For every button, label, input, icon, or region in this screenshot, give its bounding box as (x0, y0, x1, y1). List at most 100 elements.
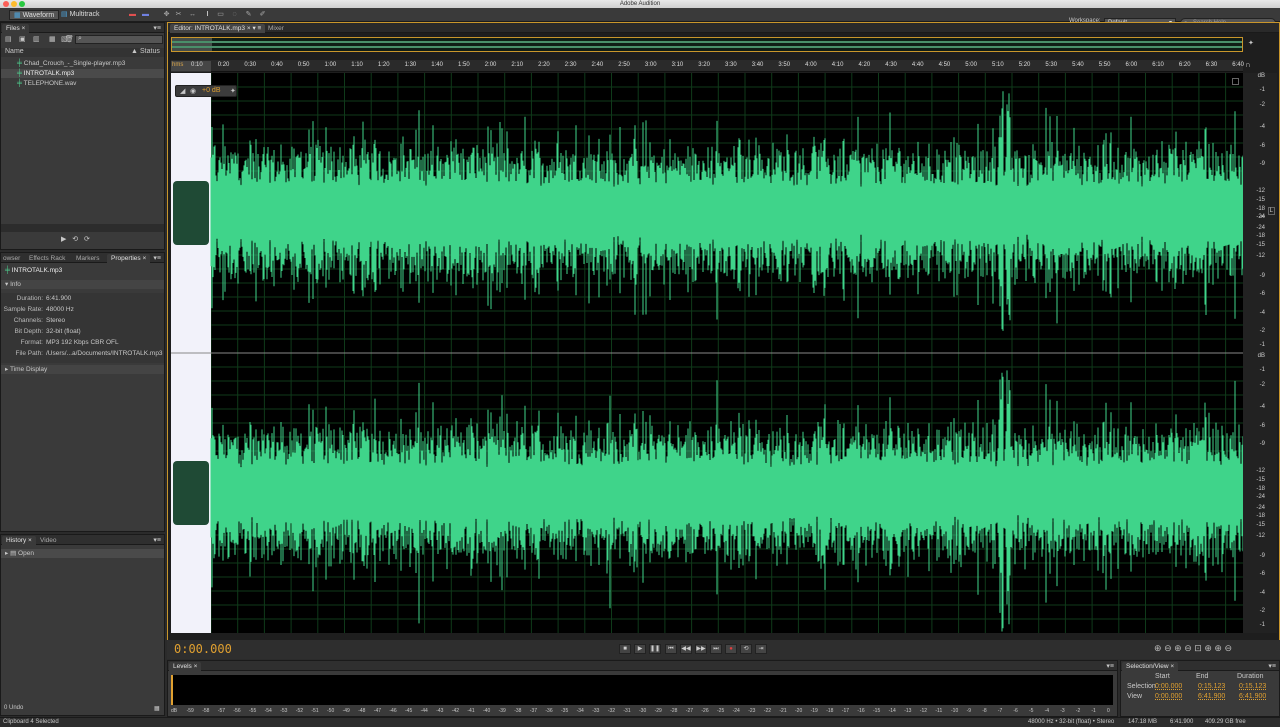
stop-icon: ■ (623, 646, 627, 652)
zoom-out-amplitude-icon[interactable]: ⊖ (1164, 643, 1172, 653)
play-button[interactable]: ▶ (634, 644, 646, 654)
pin-icon[interactable]: ✦ (230, 87, 236, 95)
time-display-section-header[interactable]: ▸ Time Display (1, 365, 164, 374)
file-item[interactable]: ╪ INTROTALK.mp3 (1, 69, 164, 78)
ruler-tick: 3:30 (725, 62, 737, 68)
files-horizontal-scrollbar[interactable] (1, 224, 164, 232)
tab-effects-rack[interactable]: Effects Rack (25, 254, 69, 263)
pause-button[interactable]: ❚❚ (649, 644, 661, 654)
overview-navigator[interactable] (171, 37, 1243, 52)
rewind-button[interactable]: ◀◀ (680, 644, 692, 654)
fast-forward-button[interactable]: ▶▶ (695, 644, 707, 654)
open-file-icon[interactable]: ▣ (19, 35, 26, 43)
db-label: -1 (1259, 342, 1265, 348)
trash-icon[interactable]: 🗑 (65, 35, 74, 43)
time-selection-tool-icon[interactable]: I (203, 11, 212, 19)
tab-levels[interactable]: Levels × (169, 662, 202, 671)
previous-button[interactable]: ⏮ (665, 644, 677, 654)
minimize-window-button[interactable] (11, 1, 17, 7)
tab-history[interactable]: History × (2, 536, 36, 545)
lasso-tool-icon[interactable]: ◌ (230, 11, 239, 19)
level-tick: -50 (327, 708, 335, 714)
delete-history-icon[interactable]: ▦ (154, 705, 160, 712)
tab-mixer[interactable]: Mixer (264, 24, 288, 33)
zoom-in-time-icon[interactable]: ⊕ (1174, 643, 1182, 653)
loop-button[interactable]: ⟲ (740, 644, 752, 654)
next-button[interactable]: ⏭ (710, 644, 722, 654)
tab-markers[interactable]: Markers (72, 254, 103, 263)
move-tool-icon[interactable]: ✥ (162, 11, 171, 19)
open-file-icon: ▸ ▤ (5, 550, 17, 557)
zoom-selection-icon[interactable]: ⊡ (1194, 643, 1202, 653)
selection-duration-field[interactable]: 0:15.123 (1239, 683, 1266, 690)
panel-menu-icon[interactable]: ≡ (258, 25, 262, 32)
tab-video[interactable]: Video (36, 536, 61, 545)
import-icon[interactable]: ▥ (33, 35, 40, 43)
razor-tool-icon[interactable]: ✂ (174, 11, 183, 19)
headphones-icon[interactable]: ∩ (1245, 60, 1251, 69)
zoom-in-right-icon[interactable]: ⊕ (1214, 643, 1222, 653)
tab-files[interactable]: Files × (2, 24, 30, 33)
autoplay-icon[interactable]: ⟳ (84, 236, 90, 243)
files-panel-header: Files × ▾≡ (1, 23, 164, 33)
loop-icon[interactable]: ⟲ (72, 236, 78, 243)
zoom-in-left-icon[interactable]: ⊕ (1204, 643, 1212, 653)
play-icon[interactable]: ▶ (61, 236, 66, 243)
history-item[interactable]: ▸ ▤ Open (1, 549, 164, 558)
file-item[interactable]: ╪ TELEPHONE.wav (1, 79, 164, 88)
multitrack-view-button[interactable]: ▤ Multitrack (57, 10, 104, 20)
channel-left-toggle[interactable]: L (1267, 207, 1275, 215)
panel-menu-icon[interactable]: ▾≡ (1106, 662, 1114, 670)
new-file-icon[interactable]: ▤ (5, 35, 12, 43)
file-item[interactable]: ╪ Chad_Crouch_-_Single-player.mp3 (1, 59, 164, 68)
tab-editor[interactable]: Editor: INTROTALK.mp3 × ▾ ≡ (170, 24, 266, 33)
selection-start-field[interactable]: 0:00.000 (1155, 683, 1182, 690)
close-icon[interactable]: × (247, 25, 251, 32)
view-duration-field[interactable]: 6:41.900 (1239, 693, 1266, 700)
view-end-field[interactable]: 6:41.900 (1198, 693, 1225, 700)
panel-menu-icon[interactable]: ▾≡ (1268, 662, 1276, 670)
spectral-pitch-icon[interactable]: ▬ (141, 11, 150, 19)
spectral-frequency-icon[interactable]: ▬ (128, 11, 137, 19)
slip-tool-icon[interactable]: ↔ (188, 11, 197, 19)
brush-tool-icon[interactable]: ✎ (244, 11, 253, 19)
panel-menu-icon[interactable]: ▾≡ (153, 254, 161, 262)
info-section-header[interactable]: ▾ Info (1, 280, 164, 289)
zoom-in-amplitude-icon[interactable]: ⊕ (1154, 643, 1162, 653)
zoom-out-time-icon[interactable]: ⊖ (1184, 643, 1192, 653)
status-column-header[interactable]: Status (140, 48, 160, 55)
stop-button[interactable]: ■ (619, 644, 631, 654)
time-ruler[interactable]: hms 0:10 0:20 0:30 0:40 0:50 1:00 1:10 1:20 1:30… (171, 60, 1244, 72)
close-icon[interactable]: × (1170, 663, 1174, 670)
spot-healing-tool-icon[interactable]: ✐ (258, 11, 267, 19)
files-search-input[interactable]: ⌕ (75, 35, 163, 44)
zoom-region-icon[interactable] (1232, 78, 1239, 85)
tab-media-browser[interactable]: owser (0, 254, 24, 263)
waveform-view-button[interactable]: ▦ Waveform (9, 10, 60, 20)
close-icon[interactable]: × (194, 663, 198, 670)
close-icon[interactable]: × (142, 255, 146, 262)
panel-menu-icon[interactable]: ▾≡ (153, 536, 161, 544)
hud-gain-control[interactable]: ◢ ◉ +0 dB ✦ (175, 85, 237, 97)
pin-icon[interactable]: ✦ (1248, 39, 1254, 47)
tab-selection-view[interactable]: Selection/View × (1122, 662, 1179, 671)
panel-menu-icon[interactable]: ▾≡ (153, 24, 161, 32)
close-file-icon[interactable]: ▦ (49, 35, 56, 43)
zoom-out-full-icon[interactable]: ⊖ (1224, 643, 1232, 653)
close-icon[interactable]: × (28, 537, 32, 544)
volume-knob-icon[interactable]: ◉ (190, 87, 196, 95)
close-icon[interactable]: × (22, 25, 26, 32)
skip-selection-button[interactable]: ⇥ (755, 644, 767, 654)
view-start-field[interactable]: 0:00.000 (1155, 693, 1182, 700)
record-button[interactable]: ● (725, 644, 737, 654)
chevron-down-icon[interactable]: ▾ (252, 25, 255, 32)
close-window-button[interactable] (3, 1, 9, 7)
marquee-tool-icon[interactable]: ▭ (216, 11, 225, 19)
name-column-header[interactable]: Name (5, 48, 24, 55)
tab-properties[interactable]: Properties × (107, 254, 151, 263)
ruler-tick: 1:30 (404, 62, 417, 68)
selection-end-field[interactable]: 0:15.123 (1198, 683, 1225, 690)
ruler-selection-range[interactable] (171, 61, 211, 72)
zoom-window-button[interactable] (19, 1, 25, 7)
waveform-display[interactable]: ◢ ◉ +0 dB ✦ (171, 73, 1266, 633)
